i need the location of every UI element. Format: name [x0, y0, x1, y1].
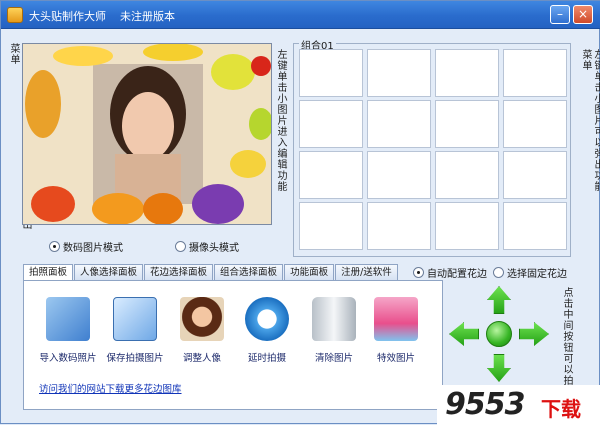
- thumb-slot[interactable]: [299, 49, 363, 97]
- import-photo-button[interactable]: 导入数码照片: [31, 297, 105, 364]
- tab-group[interactable]: 组合选择面板: [214, 264, 284, 280]
- thumb-slot[interactable]: [435, 49, 499, 97]
- thumb-slot[interactable]: [367, 100, 431, 148]
- arrow-up-icon[interactable]: [487, 286, 511, 314]
- thumb-slot[interactable]: [299, 151, 363, 199]
- tab-bar: 拍照面板 人像选择面板 花边选择面板 组合选择面板 功能面板 注册/送软件: [23, 264, 399, 280]
- tab-portrait[interactable]: 人像选择面板: [74, 264, 144, 280]
- radio-dot: [49, 241, 60, 252]
- effect-photo-button[interactable]: 特效图片: [359, 297, 433, 364]
- app-window: 大头贴制作大师 未注册版本 – × 左键可以移动和缩放人物照片右键弹出菜单 左键…: [0, 0, 600, 425]
- timer-shot-label: 延时拍摄: [247, 353, 286, 364]
- save-photo-label: 保存拍摄图片: [106, 353, 164, 364]
- app-icon: [7, 7, 23, 23]
- direction-pad: [447, 284, 551, 384]
- nav-hint: 点击中间按钮可以拍: [561, 287, 572, 386]
- radio-dot: [175, 241, 186, 252]
- mode-camera-radio[interactable]: 摄像头模式: [175, 239, 239, 254]
- thumb-slot[interactable]: [435, 100, 499, 148]
- effects-icon: [374, 297, 418, 341]
- right-hint: 左键单击小图片可以弹出功能菜单: [580, 49, 600, 192]
- tab-function[interactable]: 功能面板: [284, 264, 335, 280]
- thumb-slot[interactable]: [367, 151, 431, 199]
- adjust-portrait-button[interactable]: 调整人像: [165, 297, 239, 364]
- adjust-portrait-label: 调整人像: [182, 353, 221, 364]
- save-photo-button[interactable]: 保存拍摄图片: [98, 297, 172, 364]
- floppy-icon: [113, 297, 157, 341]
- portrait-icon: [180, 297, 224, 341]
- thumb-slot[interactable]: [503, 202, 567, 250]
- tab-frame[interactable]: 花边选择面板: [144, 264, 214, 280]
- mode-camera-label: 摄像头模式: [189, 243, 239, 254]
- radio-dot: [493, 267, 504, 278]
- close-button[interactable]: ×: [573, 5, 593, 24]
- window-title: 大头贴制作大师 未注册版本: [29, 10, 175, 23]
- photo-canvas[interactable]: [22, 43, 272, 225]
- photo-image: [23, 44, 271, 224]
- arrow-down-icon[interactable]: [487, 354, 511, 382]
- compass-icon: [245, 297, 289, 341]
- arrow-left-icon[interactable]: [449, 322, 479, 346]
- watermark-text: 下载: [541, 397, 581, 421]
- download-link[interactable]: 访问我们的网站下载更多花边图库: [39, 381, 182, 395]
- frame-auto-label: 自动配置花边: [427, 269, 487, 280]
- thumb-slot[interactable]: [367, 202, 431, 250]
- thumb-slot[interactable]: [503, 151, 567, 199]
- radio-dot: [413, 267, 424, 278]
- thumb-slot[interactable]: [299, 202, 363, 250]
- timer-shot-button[interactable]: 延时拍摄: [230, 297, 304, 364]
- tab-register[interactable]: 注册/送软件: [335, 264, 398, 280]
- clear-photo-label: 清除图片: [314, 353, 353, 364]
- thumb-slot[interactable]: [435, 151, 499, 199]
- frame-fixed-radio[interactable]: 选择固定花边: [493, 265, 567, 280]
- frame-auto-radio[interactable]: 自动配置花边: [413, 265, 487, 280]
- watermark-number: 9553: [445, 387, 525, 422]
- capture-button[interactable]: [486, 321, 512, 347]
- arrow-right-icon[interactable]: [519, 322, 549, 346]
- thumb-slot[interactable]: [435, 202, 499, 250]
- frame-fixed-label: 选择固定花边: [507, 269, 567, 280]
- mode-digital-label: 数码图片模式: [63, 243, 123, 254]
- trash-icon: [312, 297, 356, 341]
- import-photo-label: 导入数码照片: [39, 353, 97, 364]
- thumb-slot[interactable]: [367, 49, 431, 97]
- tab-photo[interactable]: 拍照面板: [23, 264, 74, 280]
- camera-icon: [46, 297, 90, 341]
- thumb-slot[interactable]: [503, 100, 567, 148]
- mode-digital-radio[interactable]: 数码图片模式: [49, 239, 123, 254]
- thumb-slot[interactable]: [299, 100, 363, 148]
- middle-hint: 左键单击小图片进入编辑功能: [275, 49, 286, 192]
- title-bar[interactable]: 大头贴制作大师 未注册版本 – ×: [1, 1, 600, 29]
- minimize-button[interactable]: –: [550, 5, 570, 24]
- effect-photo-label: 特效图片: [376, 353, 415, 364]
- thumb-slot[interactable]: [503, 49, 567, 97]
